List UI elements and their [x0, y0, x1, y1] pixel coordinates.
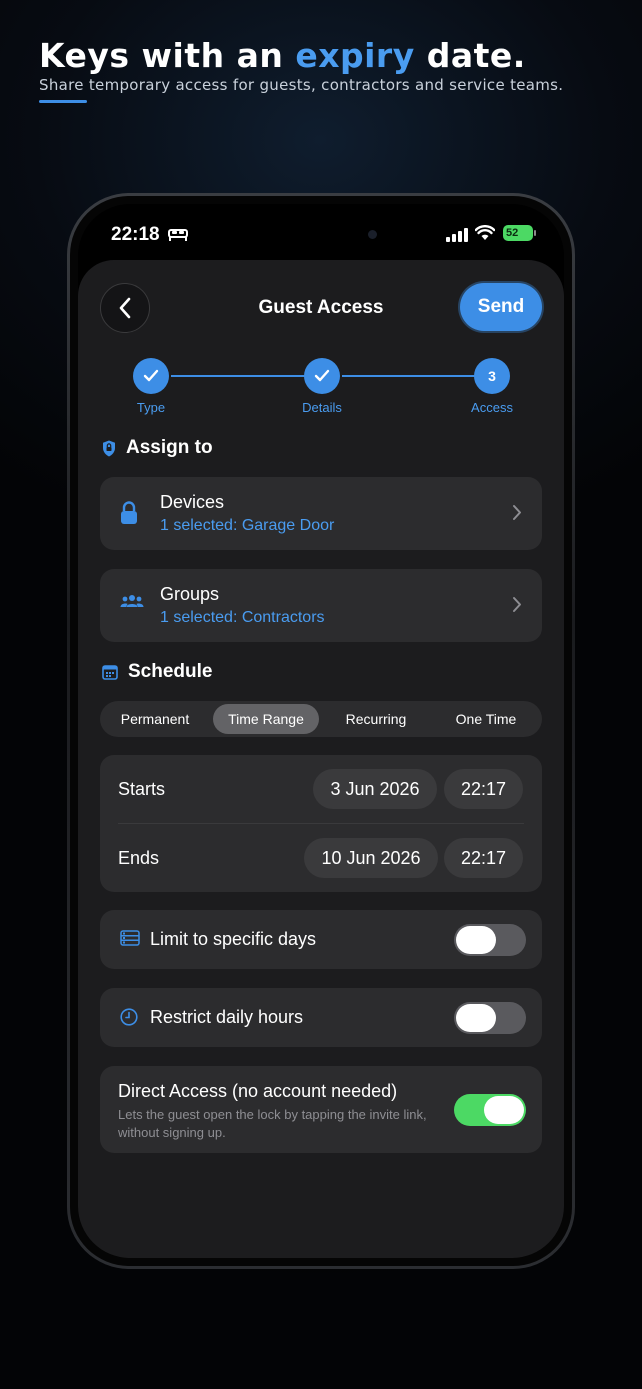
daily-hours-label: Restrict daily hours [150, 1007, 304, 1027]
calendar-icon [102, 665, 118, 680]
step-access-label: Access [471, 400, 513, 415]
groups-row[interactable]: Groups 1 selected: Contractors [100, 569, 542, 642]
groups-selection: 1 selected: Contractors [160, 609, 325, 626]
chevron-right-icon [512, 596, 522, 618]
schedule-section-heading: Schedule [102, 661, 212, 683]
promo-headline: Keys with an expiry date. Share temporar… [39, 36, 563, 94]
direct-access-toggle[interactable] [454, 1094, 526, 1126]
toggle-knob [456, 926, 496, 954]
tab-recurring[interactable]: Recurring [326, 704, 426, 734]
battery-icon: 52 [503, 225, 533, 241]
tab-one-time[interactable]: One Time [434, 704, 538, 734]
phone-frame: 22:18 52 Guest Access Send Type Details … [67, 193, 575, 1269]
daily-hours-toggle[interactable] [454, 1002, 526, 1034]
bed-icon [168, 226, 188, 247]
promo-title: Keys with an expiry date. [39, 36, 526, 75]
daily-hours-row: Restrict daily hours [100, 988, 542, 1047]
direct-access-description: Lets the guest open the lock by tapping … [118, 1107, 427, 1140]
people-icon [120, 593, 144, 614]
promo-underline [39, 100, 87, 103]
step-details-label: Details [302, 400, 342, 415]
phone-screen: 22:18 52 Guest Access Send Type Details … [78, 204, 564, 1258]
status-bar: 22:18 52 [78, 204, 564, 264]
devices-selection: 1 selected: Garage Door [160, 517, 335, 534]
toggle-knob [484, 1096, 524, 1124]
start-date-picker[interactable]: 3 Jun 2026 [313, 769, 437, 809]
guest-access-sheet: Guest Access Send Type Details 3 Access [78, 260, 564, 1258]
signal-icon [446, 228, 468, 247]
lock-icon [120, 501, 138, 530]
limit-days-toggle[interactable] [454, 924, 526, 956]
send-button[interactable]: Send [460, 283, 542, 331]
ends-label: Ends [118, 848, 160, 868]
schedule-type-segmented: Permanent Time Range Recurring One Time [100, 701, 542, 737]
step-type-circle[interactable] [133, 358, 169, 394]
battery-cap [534, 230, 536, 236]
schedule-heading-text: Schedule [128, 661, 213, 682]
limit-days-row: Limit to specific days [100, 910, 542, 969]
step-access-circle[interactable]: 3 [474, 358, 510, 394]
step-connector [342, 375, 478, 377]
wifi-icon [474, 225, 496, 246]
devices-title: Devices [160, 492, 225, 512]
step-type-label: Type [136, 400, 166, 415]
status-time: 22:18 [111, 224, 160, 245]
front-camera [368, 230, 377, 239]
end-time-picker[interactable]: 22:17 [444, 838, 523, 878]
step-connector [171, 375, 307, 377]
toggle-knob [456, 1004, 496, 1032]
assign-section-heading: Assign to [102, 437, 213, 459]
divider [118, 823, 524, 824]
check-icon [143, 369, 159, 382]
limit-days-label: Limit to specific days [150, 929, 317, 949]
clock-icon [120, 1008, 138, 1031]
groups-title: Groups [160, 584, 220, 604]
shield-icon [103, 440, 115, 456]
time-range-card: Starts 3 Jun 2026 22:17 Ends 10 Jun 2026… [100, 755, 542, 892]
direct-access-row: Direct Access (no account needed) Lets t… [100, 1066, 542, 1153]
stepper: Type Details 3 Access [78, 358, 564, 418]
start-time-picker[interactable]: 22:17 [444, 769, 523, 809]
tab-permanent[interactable]: Permanent [104, 704, 206, 734]
starts-label: Starts [118, 779, 166, 799]
promo-subtitle: Share temporary access for guests, contr… [39, 76, 564, 94]
tab-time-range[interactable]: Time Range [213, 704, 319, 734]
assign-heading-text: Assign to [126, 437, 213, 458]
list-icon [120, 930, 140, 951]
direct-access-title: Direct Access (no account needed) [118, 1081, 398, 1101]
chevron-right-icon [512, 504, 522, 526]
devices-row[interactable]: Devices 1 selected: Garage Door [100, 477, 542, 550]
end-date-picker[interactable]: 10 Jun 2026 [304, 838, 438, 878]
step-details-circle[interactable] [304, 358, 340, 394]
check-icon [314, 369, 330, 382]
